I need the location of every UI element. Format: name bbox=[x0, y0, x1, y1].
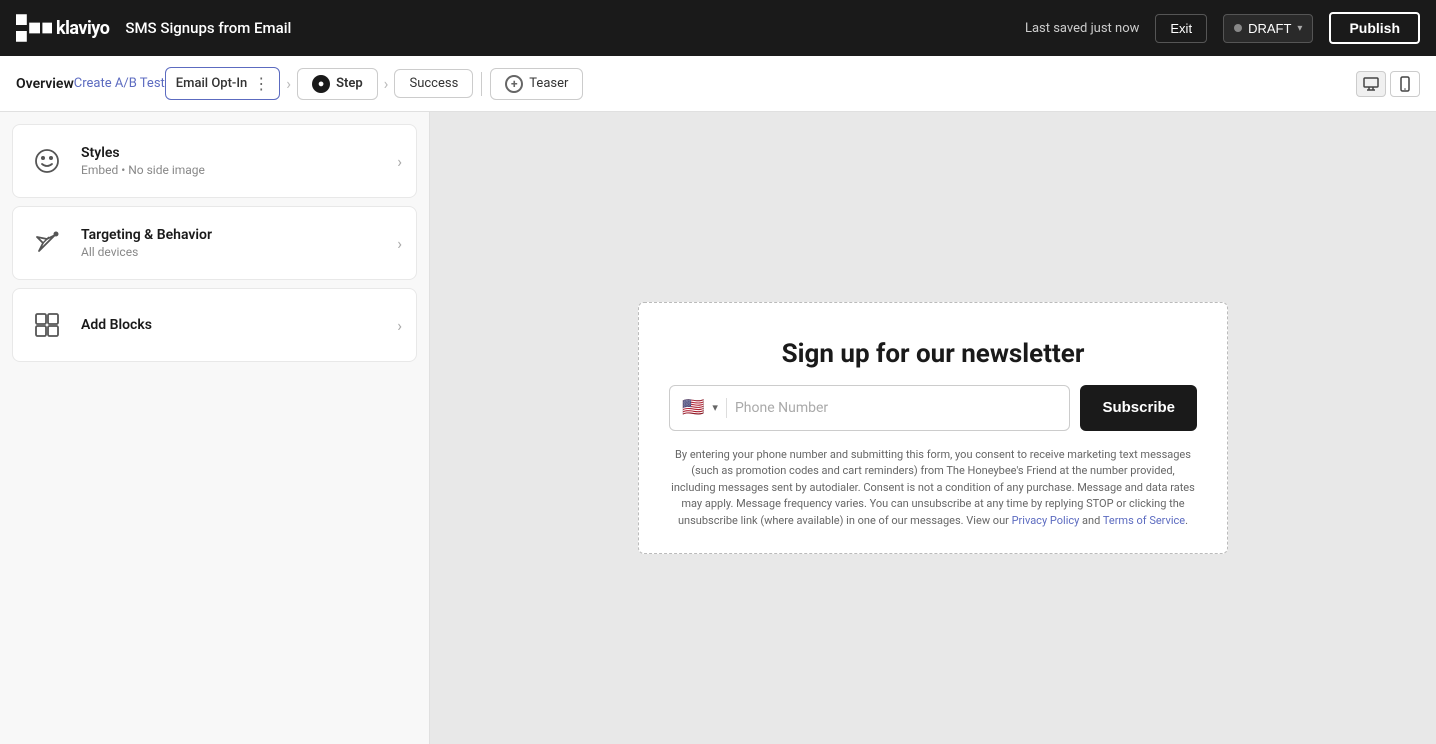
draft-status-dot bbox=[1234, 24, 1242, 32]
tab-divider bbox=[481, 72, 482, 96]
tab-step[interactable]: ● Step bbox=[297, 68, 378, 100]
styles-text: Styles Embed • No side image bbox=[81, 145, 383, 177]
phone-country-chevron[interactable]: ▾ bbox=[712, 401, 718, 414]
styles-subtitle: Embed • No side image bbox=[81, 163, 383, 177]
draft-label: DRAFT bbox=[1248, 21, 1291, 36]
tab-arrow-2: › bbox=[384, 74, 389, 93]
styles-arrow-icon: › bbox=[397, 152, 402, 171]
add-blocks-text: Add Blocks bbox=[81, 317, 383, 333]
step-tabs: Email Opt-In ⋮ › ● Step › Success + Teas… bbox=[165, 67, 584, 100]
tab-email-optin-label: Email Opt-In bbox=[176, 76, 247, 91]
privacy-policy-link[interactable]: Privacy Policy bbox=[1012, 514, 1080, 527]
targeting-title: Targeting & Behavior bbox=[81, 227, 383, 243]
tab-teaser[interactable]: + Teaser bbox=[490, 68, 583, 100]
targeting-arrow-icon: › bbox=[397, 234, 402, 253]
logo: klaviyo bbox=[16, 14, 109, 42]
view-toggle bbox=[1356, 71, 1420, 97]
tab-success-label: Success bbox=[409, 76, 458, 91]
sidebar-item-styles[interactable]: Styles Embed • No side image › bbox=[12, 124, 417, 198]
publish-button[interactable]: Publish bbox=[1329, 12, 1420, 44]
sidebar: Styles Embed • No side image › Targeting… bbox=[0, 112, 430, 744]
secondbar: Overview Create A/B Test Email Opt-In ⋮ … bbox=[0, 56, 1436, 112]
page-title: SMS Signups from Email bbox=[125, 19, 291, 37]
last-saved-text: Last saved just now bbox=[1025, 21, 1139, 36]
targeting-text: Targeting & Behavior All devices bbox=[81, 227, 383, 259]
styles-icon bbox=[27, 141, 67, 181]
exit-button[interactable]: Exit bbox=[1155, 14, 1207, 43]
teaser-plus-icon: + bbox=[505, 75, 523, 93]
create-ab-test-link[interactable]: Create A/B Test bbox=[74, 76, 165, 91]
phone-input-wrapper[interactable]: 🇺🇸 ▾ Phone Number bbox=[669, 385, 1070, 431]
add-blocks-title: Add Blocks bbox=[81, 317, 383, 333]
tab-step-label: Step bbox=[336, 76, 363, 91]
styles-title: Styles bbox=[81, 145, 383, 161]
add-blocks-arrow-icon: › bbox=[397, 316, 402, 335]
form-input-row: 🇺🇸 ▾ Phone Number Subscribe bbox=[669, 385, 1197, 431]
form-title: Sign up for our newsletter bbox=[782, 339, 1085, 369]
mobile-view-button[interactable] bbox=[1390, 71, 1420, 97]
phone-divider bbox=[726, 398, 727, 418]
mobile-icon bbox=[1400, 76, 1410, 92]
subscribe-button[interactable]: Subscribe bbox=[1080, 385, 1197, 431]
draft-button[interactable]: DRAFT ▾ bbox=[1223, 14, 1313, 43]
desktop-view-button[interactable] bbox=[1356, 71, 1386, 97]
add-blocks-icon bbox=[27, 305, 67, 345]
tab-teaser-label: Teaser bbox=[529, 76, 568, 91]
sidebar-item-add-blocks[interactable]: Add Blocks › bbox=[12, 288, 417, 362]
tab-email-optin-menu-icon[interactable]: ⋮ bbox=[253, 74, 269, 93]
form-disclaimer: By entering your phone number and submit… bbox=[669, 447, 1197, 530]
desktop-icon bbox=[1363, 77, 1379, 91]
tab-arrow-1: › bbox=[286, 74, 291, 93]
main-layout: Styles Embed • No side image › Targeting… bbox=[0, 112, 1436, 744]
step-circle-icon: ● bbox=[312, 75, 330, 93]
sidebar-item-targeting[interactable]: Targeting & Behavior All devices › bbox=[12, 206, 417, 280]
preview-area: Sign up for our newsletter 🇺🇸 ▾ Phone Nu… bbox=[430, 112, 1436, 744]
us-flag-icon: 🇺🇸 bbox=[682, 397, 704, 418]
topbar: klaviyo SMS Signups from Email Last save… bbox=[0, 0, 1436, 56]
form-card: Sign up for our newsletter 🇺🇸 ▾ Phone Nu… bbox=[638, 302, 1228, 555]
draft-dropdown-icon: ▾ bbox=[1297, 23, 1302, 34]
targeting-subtitle: All devices bbox=[81, 245, 383, 259]
targeting-icon bbox=[27, 223, 67, 263]
tab-email-optin[interactable]: Email Opt-In ⋮ bbox=[165, 67, 280, 100]
overview-label: Overview bbox=[16, 76, 74, 92]
phone-placeholder-text: Phone Number bbox=[735, 400, 1058, 416]
terms-of-service-link[interactable]: Terms of Service bbox=[1103, 514, 1185, 527]
tab-success[interactable]: Success bbox=[394, 69, 473, 98]
